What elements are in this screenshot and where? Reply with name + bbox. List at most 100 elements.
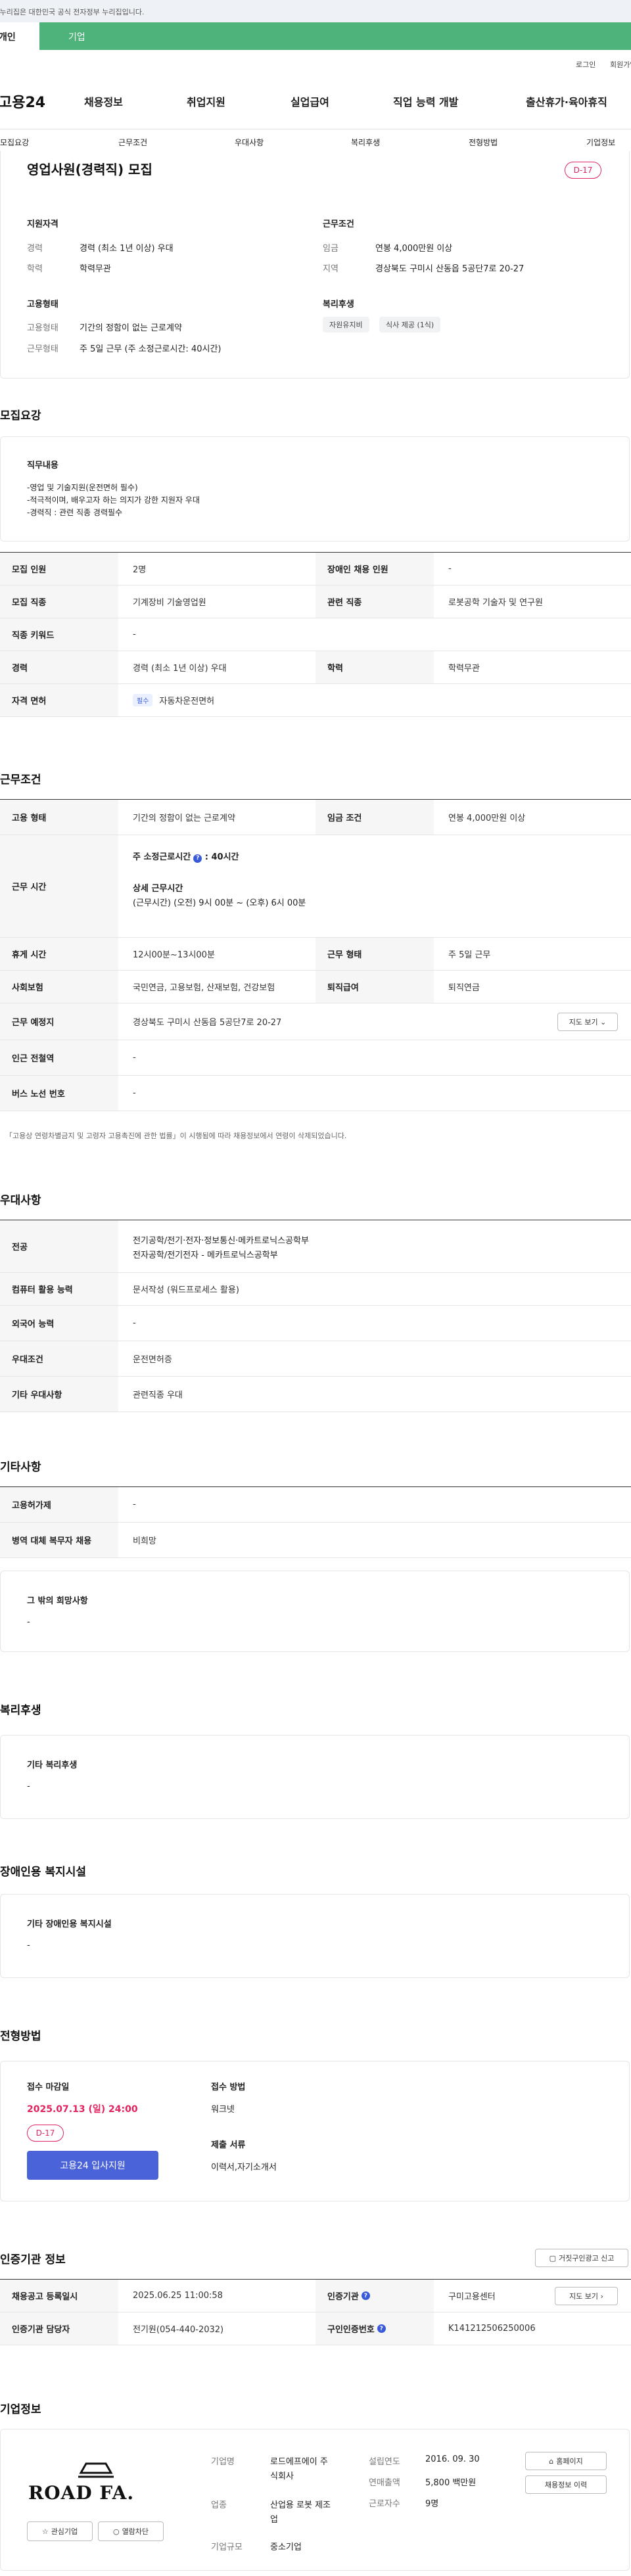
edu-value: 학력무관 xyxy=(80,264,111,274)
map-view-button[interactable]: 지도 보기 ⌄ xyxy=(557,1013,618,1031)
help-icon[interactable]: ? xyxy=(377,2324,386,2333)
method-value: 워크넷 xyxy=(211,2105,235,2115)
company-size-label: 기업규모 xyxy=(211,2542,243,2552)
job-history-button[interactable]: 채용정보 이력 xyxy=(525,2475,607,2494)
cert-map-button[interactable]: 지도 보기 › xyxy=(555,2287,618,2305)
company-section-title: 기업정보 xyxy=(0,2403,41,2416)
tab-business[interactable]: 기업 xyxy=(39,22,631,50)
welfare-tag: 식사 제공 (1식) xyxy=(379,317,441,333)
gnb-item-unemployment[interactable]: 실업급여 xyxy=(291,93,329,109)
conditions-section-title: 근무조건 xyxy=(0,773,41,787)
etc-wish-title: 그 밖의 희망사항 xyxy=(27,1596,88,1606)
gnb-item-jobs[interactable]: 채용정보 xyxy=(84,93,123,109)
emptype-label: 고용형태 xyxy=(27,323,58,333)
table-row: 전공 전기공학/전기·전자·정보통신·메카트로닉스공학부 전자공학/전기전자 -… xyxy=(0,1220,631,1273)
sales-label: 연매출액 xyxy=(369,2478,400,2488)
wage-value: 연봉 4,000만원 이상 xyxy=(375,244,453,254)
block-icon: ○ xyxy=(112,2527,120,2536)
homepage-button[interactable]: ⌂ 홈페이지 xyxy=(525,2452,607,2470)
subnav-selection[interactable]: 전형방법 xyxy=(469,137,498,148)
star-icon: ☆ xyxy=(41,2527,49,2536)
chevron-down-icon: ⌄ xyxy=(600,1017,607,1026)
disability-card-value: - xyxy=(27,1941,30,1950)
report-fake-ad-button[interactable]: ▢ 거짓구인광고 신고 xyxy=(535,2249,628,2267)
table-row: 인근 전철역 - xyxy=(0,1040,631,1076)
founded-value: 2016. 09. 30 xyxy=(425,2454,480,2464)
emptype-value: 기간의 정함이 없는 근로계약 xyxy=(80,323,182,333)
table-row: 인증기관 담당자 전기원(054-440-2032) 구인인증번호? K1412… xyxy=(0,2312,631,2345)
gnb-item-parental-leave[interactable]: 출산휴가·육아휴직 xyxy=(526,93,607,109)
subnav-welfare[interactable]: 복리후생 xyxy=(351,137,380,148)
subnav-conditions[interactable]: 근무조건 xyxy=(118,137,147,148)
duty-title: 직무내용 xyxy=(27,461,58,471)
emp-title: 고용형태 xyxy=(27,300,58,310)
table-row: 직종 키워드 - xyxy=(0,618,631,651)
region-value: 경상북도 구미시 산동읍 5공단7로 20-27 xyxy=(375,264,525,274)
tab-business-label: 기업 xyxy=(68,32,85,43)
duty-line: -적극적이며, 배우고자 하는 의지가 강한 지원자 우대 xyxy=(27,495,200,505)
industry-label: 업종 xyxy=(211,2500,227,2510)
welfare-card-title: 기타 복리후생 xyxy=(27,1760,78,1770)
favorite-company-button[interactable]: ☆ 관심기업 xyxy=(27,2521,93,2541)
apply-button[interactable]: 고용24 입사지원 xyxy=(27,2151,158,2180)
company-name-value: 로드에프에이 주 xyxy=(270,2457,328,2467)
d-day-badge: D-17 xyxy=(565,162,601,179)
welfare-card: 기타 복리후생 - xyxy=(0,1735,630,1819)
table-row: 채용공고 등록일시 2025.06.25 11:00:58 인증기관? 구미고용… xyxy=(0,2280,631,2312)
table-row: 자격 면허 필수 자동차운전면허 xyxy=(0,684,631,717)
gnb-item-training[interactable]: 직업 능력 개발 xyxy=(393,93,458,109)
brand-logo[interactable]: 고용24 xyxy=(0,91,45,112)
career-label: 경력 xyxy=(27,244,43,254)
docs-value: 이력서,자기소개서 xyxy=(211,2163,277,2173)
company-card: ROAD FA. ☆ 관심기업 ○ 열람차단 기업명 로드에프에이 주 식회사 업종… xyxy=(0,2429,630,2571)
region-label: 지역 xyxy=(323,264,339,274)
duty-card: 직무내용 -영업 및 기술지원(운전면허 필수) -적극적이며, 배우고자 하는… xyxy=(0,436,630,541)
tab-personal[interactable]: 개인 xyxy=(0,22,39,50)
signup-link[interactable]: 회원가입 xyxy=(610,59,631,70)
duty-line: -경력직 : 관련 직종 경력필수 xyxy=(27,508,123,517)
company-name-value-cont: 식회사 xyxy=(270,2472,294,2481)
worktype-label: 근무형태 xyxy=(27,344,58,354)
report-icon: ▢ xyxy=(549,2253,556,2263)
disability-card-title: 기타 장애인용 복지시설 xyxy=(27,1920,112,1929)
conditions-table: 고용 형태 기간의 정함이 없는 근로계약 임금 조건 연봉 4,000만원 이… xyxy=(0,799,631,1111)
qual-title: 지원자격 xyxy=(27,219,58,229)
subnav-company[interactable]: 기업정보 xyxy=(586,137,615,148)
help-icon[interactable]: ? xyxy=(193,854,202,863)
company-logo-text: ROAD FA. xyxy=(28,2482,135,2504)
table-row: 외국어 능력 - xyxy=(0,1306,631,1341)
cert-table: 채용공고 등록일시 2025.06.25 11:00:58 인증기관? 구미고용… xyxy=(0,2279,631,2345)
industry-value: 산업용 로봇 제조 xyxy=(270,2500,331,2510)
table-row: 휴게 시간 12시00분~13시00분 근무 형태 주 5일 근무 xyxy=(0,938,631,971)
selection-card: 접수 마감일 2025.07.13 (일) 24:00 D-17 고용24 입사… xyxy=(0,2061,630,2201)
login-link[interactable]: 로그인 xyxy=(576,59,596,70)
subnav-preference[interactable]: 우대사항 xyxy=(235,137,264,148)
table-row: 모집 인원 2명 장애인 채용 인원 - xyxy=(0,553,631,586)
welfare-tag: 자원유지비 xyxy=(323,317,369,333)
welfare-section-title: 복리후생 xyxy=(0,1704,41,1717)
d-day-badge: D-17 xyxy=(27,2125,64,2142)
edu-label: 학력 xyxy=(27,264,43,274)
block-company-button[interactable]: ○ 열람차단 xyxy=(98,2521,164,2541)
help-icon[interactable]: ? xyxy=(361,2291,370,2300)
company-logo: ROAD FA. xyxy=(27,2456,165,2515)
employees-label: 근로자수 xyxy=(369,2499,400,2509)
company-size-value: 중소기업 xyxy=(270,2542,302,2552)
deadline-label: 접수 마감일 xyxy=(27,2082,70,2092)
worktype-value: 주 5일 근무 (주 소정근로시간: 40시간) xyxy=(80,344,222,354)
preference-table: 전공 전기공학/전기·전자·정보통신·메카트로닉스공학부 전자공학/전기전자 -… xyxy=(0,1220,631,1412)
etc-section-title: 기타사항 xyxy=(0,1461,41,1474)
table-row: 기타 우대사항 관련직종 우대 xyxy=(0,1377,631,1412)
cert-section-title: 인증기관 정보 xyxy=(0,2253,66,2266)
gnb-item-employment-support[interactable]: 취업지원 xyxy=(187,93,225,109)
docs-label: 제출 서류 xyxy=(211,2140,246,2150)
table-row: 모집 직종 기계장비 기술영업원 관련 직종 로봇공학 기술자 및 연구원 xyxy=(0,586,631,618)
table-row: 버스 노선 번호 - xyxy=(0,1076,631,1111)
duty-line: -영업 및 기술지원(운전면허 필수) xyxy=(27,483,138,492)
subnav-recruit[interactable]: 모집요강 xyxy=(0,137,29,148)
page-root: 이 누리집은 대한민국 공식 전자정부 누리집입니다. 개인 기업 로그인 회원… xyxy=(0,0,631,2576)
industry-value-cont: 업 xyxy=(270,2515,278,2525)
disability-card: 기타 장애인용 복지시설 - xyxy=(0,1894,630,1978)
method-label: 접수 방법 xyxy=(211,2082,246,2092)
welfare-card-value: - xyxy=(27,1782,30,1791)
